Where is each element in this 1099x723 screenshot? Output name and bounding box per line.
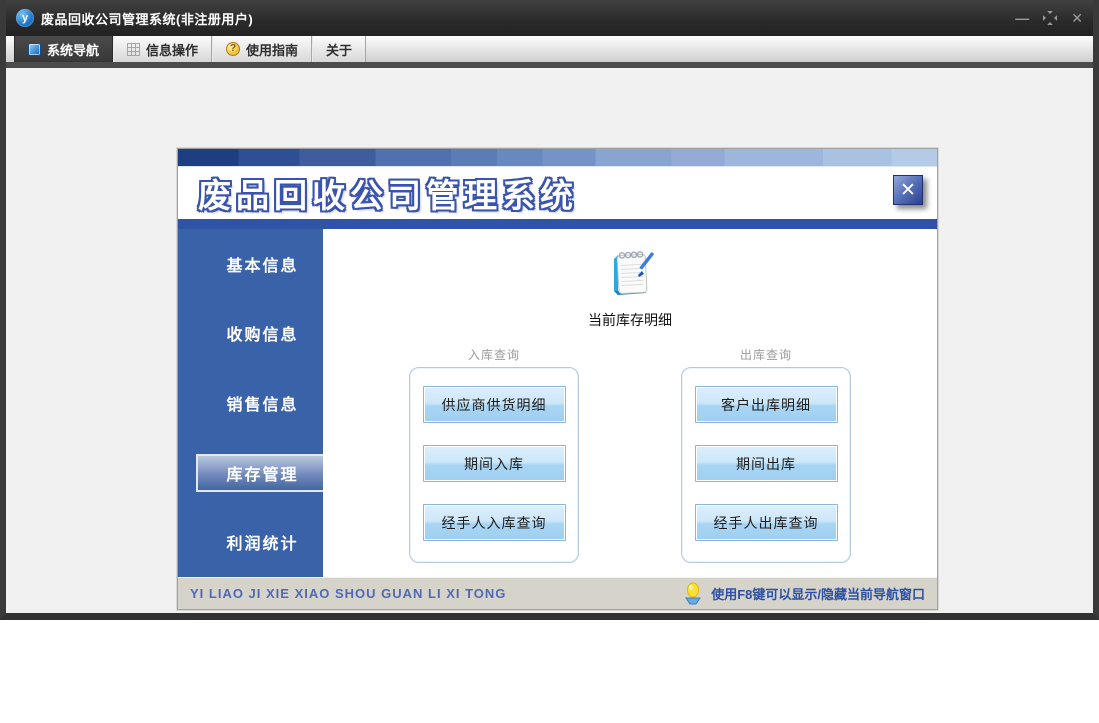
minimize-button[interactable]: — [1015, 11, 1029, 25]
tab-label: 系统导航 [47, 42, 100, 58]
handler-inbound-query-button[interactable]: 经手人入库查询 [422, 504, 566, 541]
sidebar-item-profit-statistics[interactable]: 利润统计 [178, 507, 323, 577]
status-hint: 使用F8键可以显示/隐藏当前导航窗口 [683, 582, 925, 606]
sidebar: 基本信息 收购信息 销售信息 库存管理 利润统计 [178, 229, 323, 577]
close-navigation-button[interactable]: ✕ [893, 175, 923, 205]
tab-bar: 系统导航 信息操作 ? 使用指南 关于 [6, 36, 1093, 62]
header-underline-bar [178, 219, 937, 229]
tab-info-operation[interactable]: 信息操作 [113, 36, 213, 62]
tab-label: 信息操作 [146, 42, 199, 58]
outbound-query-group: 出库查询 客户出库明细 期间出库 经手人出库查询 [681, 346, 851, 563]
grid-icon [127, 42, 141, 56]
query-groups: 入库查询 供应商供货明细 期间入库 经手人入库查询 出库查询 客户出库明细 期间… [323, 346, 937, 563]
restore-icon [1043, 11, 1058, 25]
sidebar-item-label: 收购信息 [226, 327, 299, 345]
sidebar-item-purchase-info[interactable]: 收购信息 [178, 299, 323, 369]
restore-button[interactable] [1043, 11, 1058, 25]
tab-about[interactable]: 关于 [312, 36, 367, 62]
workspace: 废品回收公司管理系统 ✕ 基本信息 收购信息 销售信息 库存管理 利润统计 当前… [6, 68, 1093, 613]
sidebar-item-label: 基本信息 [226, 257, 299, 275]
notepad-pen-icon [614, 251, 654, 295]
monitor-icon [28, 42, 41, 56]
period-outbound-button[interactable]: 期间出库 [694, 445, 838, 482]
outbound-group-box: 客户出库明细 期间出库 经手人出库查询 [681, 367, 851, 563]
app-logo-icon: y [16, 9, 34, 27]
tab-user-guide[interactable]: ? 使用指南 [212, 36, 313, 62]
window-title: 废品回收公司管理系统(非注册用户) [41, 11, 254, 27]
inbound-group-box: 供应商供货明细 期间入库 经手人入库查询 [409, 367, 579, 563]
handler-outbound-query-button[interactable]: 经手人出库查询 [694, 504, 838, 541]
sidebar-item-label: 库存管理 [226, 466, 299, 484]
gradient-bar [178, 149, 937, 167]
close-window-button[interactable]: ✕ [1071, 11, 1083, 25]
inbound-query-group: 入库查询 供应商供货明细 期间入库 经手人入库查询 [409, 346, 579, 563]
sidebar-item-label: 销售信息 [226, 396, 299, 414]
navigation-statusbar: YI LIAO JI XIE XIAO SHOU GUAN LI XI TONG… [178, 577, 937, 609]
supplier-supply-detail-button[interactable]: 供应商供货明细 [422, 386, 566, 423]
customer-outbound-detail-button[interactable]: 客户出库明细 [694, 386, 838, 423]
navigation-body: 基本信息 收购信息 销售信息 库存管理 利润统计 当前库存明细 入库查询 供应商… [178, 229, 937, 577]
status-hint-text: 使用F8键可以显示/隐藏当前导航窗口 [711, 587, 925, 602]
application-window: y 废品回收公司管理系统(非注册用户) — ✕ 系统导航 信息操作 ? 使用指南… [0, 0, 1099, 620]
content-panel: 当前库存明细 入库查询 供应商供货明细 期间入库 经手人入库查询 出库查询 客户… [323, 229, 937, 577]
status-pinyin-text: YI LIAO JI XIE XIAO SHOU GUAN LI XI TONG [190, 586, 507, 601]
tab-label: 关于 [326, 42, 353, 58]
outbound-group-label: 出库查询 [739, 348, 792, 362]
navigation-header: 废品回收公司管理系统 ✕ [178, 167, 937, 219]
tab-system-navigation[interactable]: 系统导航 [14, 36, 114, 62]
sidebar-item-stock-management[interactable]: 库存管理 [178, 438, 323, 508]
current-stock-label: 当前库存明细 [588, 312, 672, 328]
help-coin-icon: ? [226, 42, 241, 56]
lightbulb-icon [685, 582, 702, 604]
sidebar-item-sales-info[interactable]: 销售信息 [178, 368, 323, 438]
period-inbound-button[interactable]: 期间入库 [422, 445, 566, 482]
navigation-window: 废品回收公司管理系统 ✕ 基本信息 收购信息 销售信息 库存管理 利润统计 当前… [177, 148, 938, 610]
navigation-title: 废品回收公司管理系统 [198, 177, 578, 214]
inbound-group-label: 入库查询 [467, 348, 520, 362]
sidebar-item-basic-info[interactable]: 基本信息 [178, 229, 323, 299]
sidebar-item-label: 利润统计 [226, 536, 299, 554]
tab-label: 使用指南 [246, 42, 299, 58]
window-controls: — ✕ [1015, 11, 1083, 25]
current-stock-shortcut[interactable]: 当前库存明细 [323, 245, 937, 330]
titlebar: y 废品回收公司管理系统(非注册用户) — ✕ [6, 0, 1093, 36]
